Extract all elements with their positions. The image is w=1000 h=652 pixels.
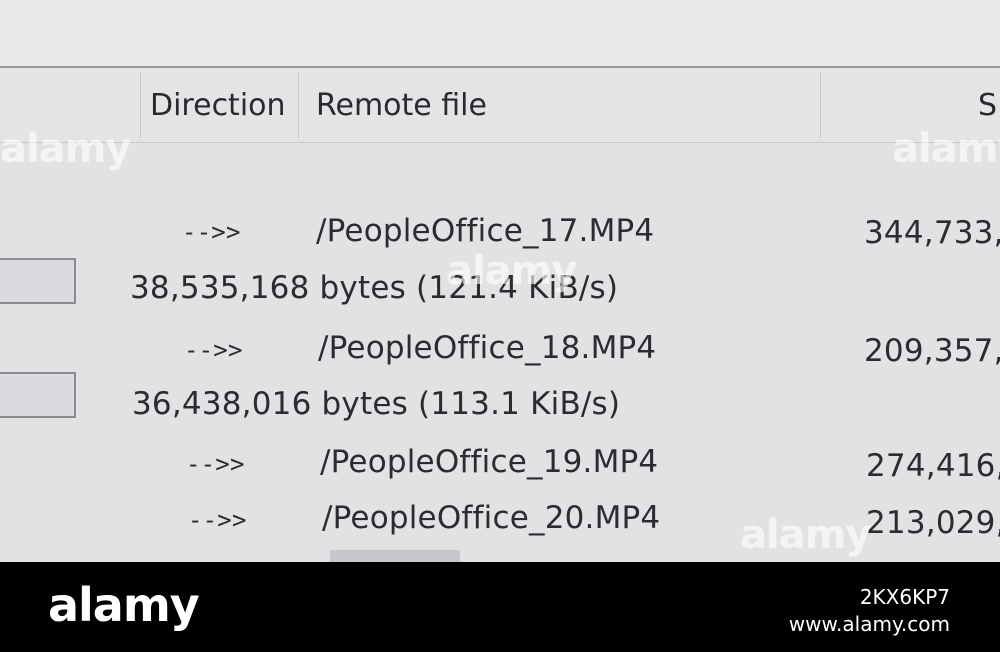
column-separator[interactable] [298, 72, 299, 138]
column-header-remote-file[interactable]: Remote file [316, 88, 487, 123]
file-size: 209,357,7 [864, 333, 1000, 369]
column-header-direction[interactable]: Direction [150, 88, 286, 123]
progress-bar [0, 258, 76, 304]
file-size: 213,029,5 [866, 505, 1000, 541]
watermark-logo: alamy [446, 248, 577, 294]
direction-arrow: -->> [186, 450, 245, 478]
direction-arrow: -->> [188, 506, 247, 534]
direction-arrow: -->> [182, 218, 241, 246]
watermark-logo: alamy [892, 126, 1000, 172]
column-header-size[interactable]: S [978, 88, 997, 123]
stock-image-id: 2KX6KP7 [859, 585, 950, 609]
window-top-strip [0, 0, 1000, 68]
watermark-logo: alamy [740, 512, 871, 558]
partial-row-hint [330, 550, 460, 562]
direction-arrow: -->> [184, 336, 243, 364]
screen-area: Direction Remote file S -->> /PeopleOffi… [0, 0, 1000, 562]
file-size: 344,733,5 [864, 215, 1000, 251]
transferred-bytes: 36,438,016 bytes (113.1 KiB/s) [132, 386, 621, 422]
stock-url: www.alamy.com [788, 612, 950, 636]
stock-logo: alamy [48, 578, 200, 632]
remote-file-name: /PeopleOffice_17.MP4 [316, 213, 655, 249]
progress-bar [0, 372, 76, 418]
watermark-logo: alamy [0, 126, 131, 172]
remote-file-name: /PeopleOffice_18.MP4 [318, 330, 657, 366]
column-separator[interactable] [820, 72, 821, 138]
column-separator[interactable] [140, 72, 141, 138]
remote-file-name: /PeopleOffice_20.MP4 [322, 500, 661, 536]
file-size: 274,416,0 [866, 448, 1000, 484]
remote-file-name: /PeopleOffice_19.MP4 [320, 444, 659, 480]
